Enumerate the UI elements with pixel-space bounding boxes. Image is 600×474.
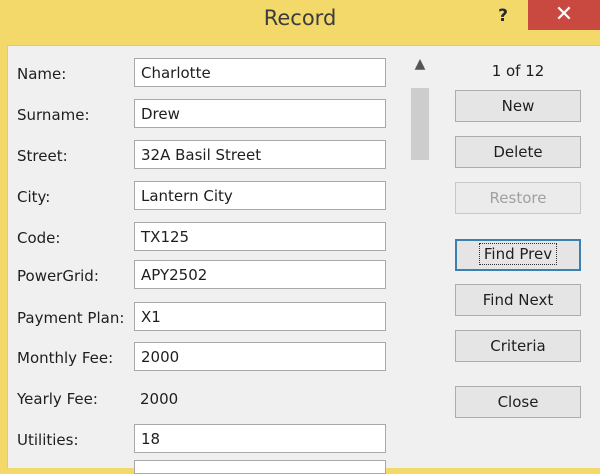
street-label: Street: <box>17 147 68 165</box>
scroll-thumb[interactable] <box>411 88 429 160</box>
powergrid-label: PowerGrid: <box>17 267 99 285</box>
close-icon: ✕ <box>554 2 574 27</box>
code-label: Code: <box>17 229 61 247</box>
find-prev-label: Find Prev <box>478 243 558 265</box>
next-field-partial[interactable] <box>134 460 386 474</box>
new-button[interactable]: New <box>455 90 581 122</box>
payment-plan-field[interactable]: X1 <box>134 302 386 331</box>
title-bar: Record ? ✕ <box>0 0 600 40</box>
utilities-field[interactable]: 18 <box>134 424 386 453</box>
surname-label: Surname: <box>17 106 90 124</box>
city-field[interactable]: Lantern City <box>134 181 386 210</box>
code-field[interactable]: TX125 <box>134 222 386 251</box>
record-counter: 1 of 12 <box>491 62 545 80</box>
yearly-fee-label: Yearly Fee: <box>17 390 98 408</box>
close-button[interactable]: Close <box>455 386 581 418</box>
name-field[interactable]: Charlotte <box>134 58 386 87</box>
restore-button[interactable]: Restore <box>455 182 581 214</box>
payment-plan-label: Payment Plan: <box>17 309 125 327</box>
criteria-button[interactable]: Criteria <box>455 330 581 362</box>
utilities-label: Utilities: <box>17 431 79 449</box>
close-window-button[interactable]: ✕ <box>528 0 600 30</box>
delete-button[interactable]: Delete <box>455 136 581 168</box>
vertical-scrollbar[interactable]: ▲ <box>406 56 434 468</box>
street-field[interactable]: 32A Basil Street <box>134 140 386 169</box>
surname-field[interactable]: Drew <box>134 99 386 128</box>
find-prev-button[interactable]: Find Prev <box>455 239 581 271</box>
name-label: Name: <box>17 65 67 83</box>
city-label: City: <box>17 188 51 206</box>
yearly-fee-value: 2000 <box>140 390 179 408</box>
scroll-up-icon[interactable]: ▲ <box>406 56 434 82</box>
record-form: Name: Charlotte Surname: Drew Street: 32… <box>7 45 600 474</box>
find-next-button[interactable]: Find Next <box>455 284 581 316</box>
powergrid-field[interactable]: APY2502 <box>134 260 386 289</box>
monthly-fee-label: Monthly Fee: <box>17 349 114 367</box>
monthly-fee-field[interactable]: 2000 <box>134 342 386 371</box>
help-button[interactable]: ? <box>488 6 518 30</box>
